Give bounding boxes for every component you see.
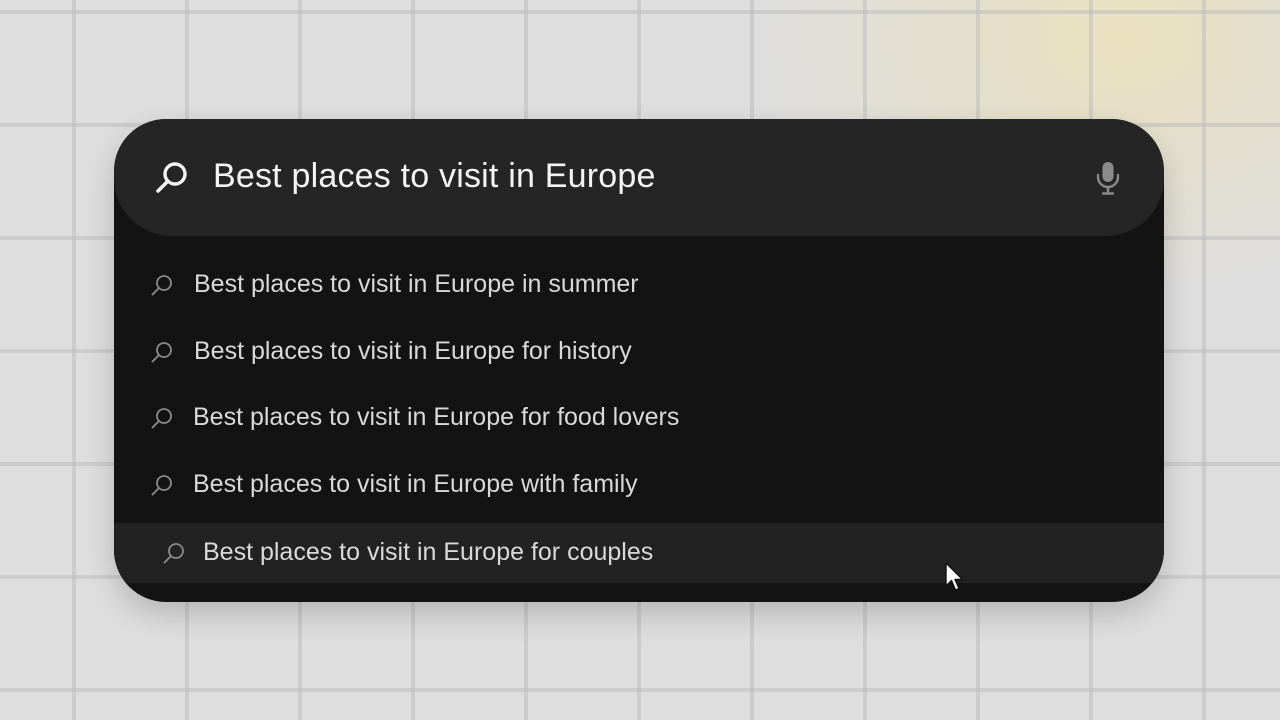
suggestion-label: Best places to visit in Europe with fami… — [193, 470, 638, 498]
search-bar[interactable]: Best places to visit in Europe — [114, 119, 1164, 236]
suggestion-label: Best places to visit in Europe for food … — [193, 403, 680, 431]
search-icon — [151, 475, 172, 496]
microphone-icon[interactable] — [1095, 161, 1121, 195]
suggestion-label: Best places to visit in Europe for coupl… — [203, 538, 654, 566]
arrow-cursor-icon — [945, 562, 964, 591]
suggestion-item[interactable]: Best places to visit in Europe with fami… — [114, 455, 1164, 515]
search-icon — [163, 543, 184, 564]
search-icon — [151, 342, 172, 363]
suggestion-item[interactable]: Best places to visit in Europe in summer — [114, 255, 1164, 315]
suggestion-item-highlighted[interactable]: Best places to visit in Europe for coupl… — [114, 523, 1164, 583]
suggestion-item[interactable]: Best places to visit in Europe for histo… — [114, 322, 1164, 382]
search-panel: Best places to visit in Europe Best plac… — [114, 119, 1164, 602]
search-input[interactable]: Best places to visit in Europe — [213, 157, 656, 196]
suggestion-label: Best places to visit in Europe in summer — [194, 270, 639, 298]
search-icon — [151, 408, 172, 429]
search-icon — [151, 275, 172, 296]
suggestion-item[interactable]: Best places to visit in Europe for food … — [114, 388, 1164, 448]
suggestion-label: Best places to visit in Europe for histo… — [194, 337, 632, 365]
search-icon — [156, 162, 187, 193]
